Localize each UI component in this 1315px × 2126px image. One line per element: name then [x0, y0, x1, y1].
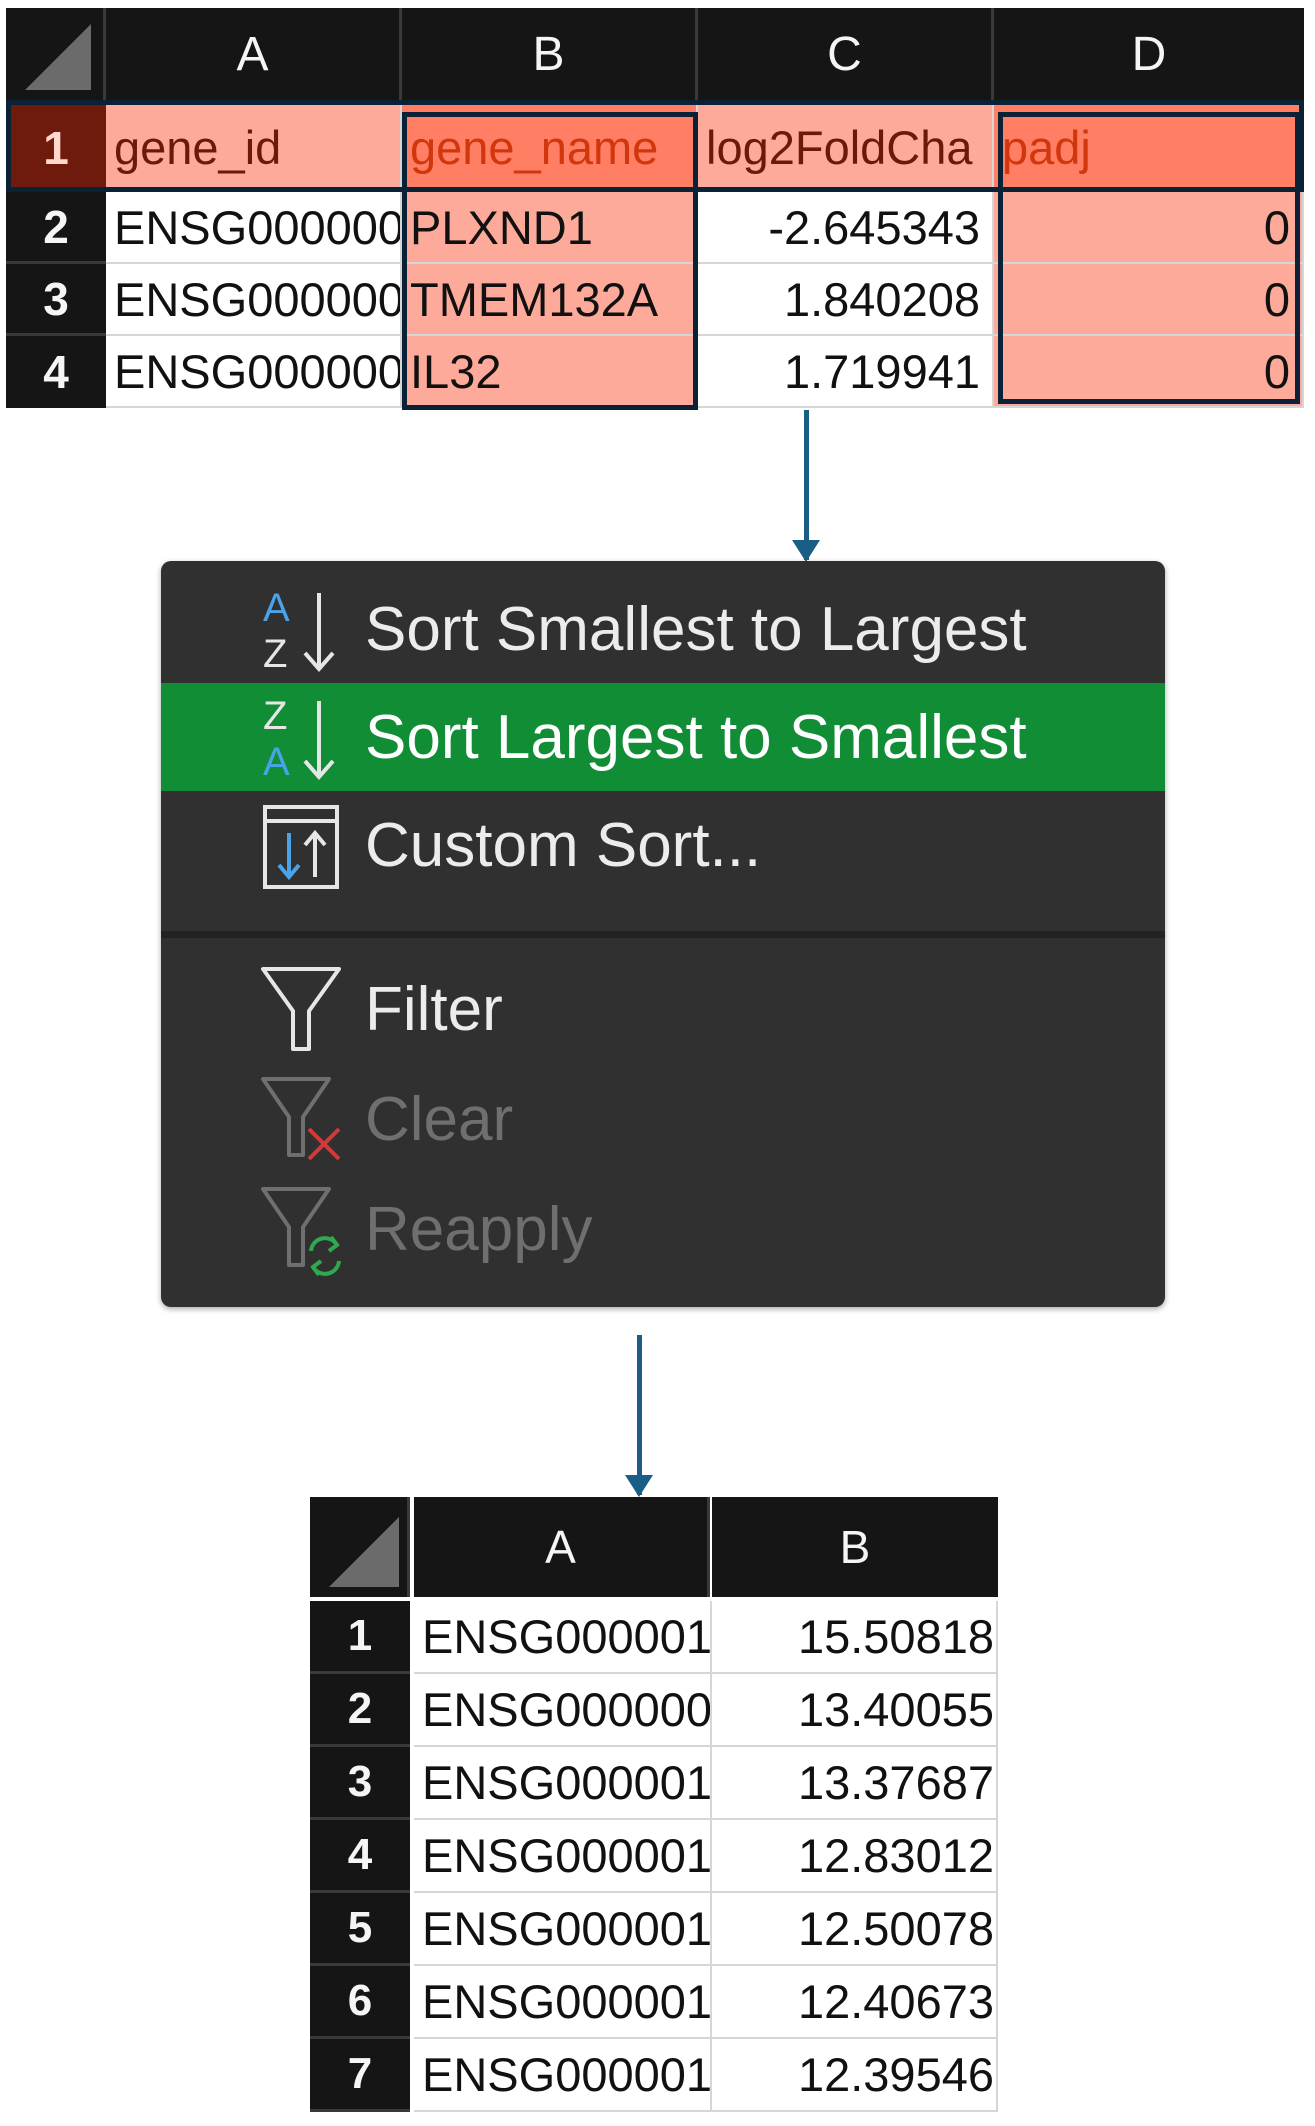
table-row: 5 ENSG000001 12.50078 — [310, 1893, 998, 1966]
row-number[interactable]: 4 — [6, 336, 106, 408]
table-row: 4 ENSG000001 12.83012 — [310, 1820, 998, 1893]
cell-gene-name[interactable]: PLXND1 — [402, 192, 698, 264]
row-number[interactable]: 2 — [310, 1674, 410, 1747]
menu-item-label: Clear — [365, 1084, 514, 1154]
cell-gene-id[interactable]: ENSG000000 — [106, 336, 402, 408]
menu-item-custom-sort[interactable]: Custom Sort... — [161, 791, 1165, 899]
menu-item-label: Filter — [365, 974, 503, 1044]
top-spreadsheet: A B C D 1 gene_id gene_name log2FoldCha … — [6, 8, 1304, 410]
filter-icon — [261, 967, 341, 1051]
sorted-spreadsheet: A B 1 ENSG000001 15.50818 2 ENSG000000 1… — [310, 1497, 998, 2126]
row-number[interactable]: 1 — [310, 1601, 410, 1674]
select-all-triangle-icon — [329, 1517, 399, 1587]
menu-item-label: Sort Smallest to Largest — [365, 594, 1027, 664]
cell-gene-name-header[interactable]: gene_name — [402, 104, 698, 192]
menu-item-label: Sort Largest to Smallest — [365, 702, 1027, 772]
menu-item-label: Custom Sort... — [365, 810, 762, 880]
cell-value[interactable]: 13.40055 — [712, 1674, 998, 1747]
table-row: 4 ENSG000000 IL32 1.719941 0 — [6, 336, 1304, 408]
column-header-d[interactable]: D — [994, 8, 1304, 100]
column-header-c[interactable]: C — [698, 8, 994, 100]
column-header-b[interactable]: B — [712, 1497, 998, 1597]
cell-log2foldchange[interactable]: 1.840208 — [698, 264, 994, 336]
flow-arrow-down — [792, 410, 820, 562]
cell-value[interactable]: 12.50078 — [712, 1893, 998, 1966]
table-row: 7 ENSG000001 12.39546 — [310, 2039, 998, 2112]
row-number[interactable]: 5 — [310, 1893, 410, 1966]
table-row: 3 ENSG000000 TMEM132A 1.840208 0 — [6, 264, 1304, 336]
menu-item-label: Reapply — [365, 1194, 593, 1264]
menu-item-sort-ascending[interactable]: A Z Sort Smallest to Largest — [161, 575, 1165, 683]
cell-log2foldchange[interactable]: -2.645343 — [698, 192, 994, 264]
svg-text:A: A — [263, 586, 290, 630]
cell-gene-id[interactable]: ENSG000001 — [414, 1966, 712, 2039]
cell-log2foldchange-header[interactable]: log2FoldCha — [698, 104, 994, 192]
cell-value[interactable]: 12.39546 — [712, 2039, 998, 2112]
row-number[interactable]: 4 — [310, 1820, 410, 1893]
column-header-a[interactable]: A — [414, 1497, 710, 1597]
table-row: 6 ENSG000001 12.40673 — [310, 1966, 998, 2039]
flow-arrow-down — [625, 1335, 653, 1497]
svg-text:A: A — [263, 740, 290, 784]
menu-item-filter[interactable]: Filter — [161, 955, 1165, 1063]
cell-value[interactable]: 12.83012 — [712, 1820, 998, 1893]
table-row: 2 ENSG000000 13.40055 — [310, 1674, 998, 1747]
row-number[interactable]: 3 — [310, 1747, 410, 1820]
cell-padj-header[interactable]: padj — [994, 104, 1304, 192]
reapply-filter-icon — [261, 1187, 341, 1277]
cell-gene-name[interactable]: IL32 — [402, 336, 698, 408]
clear-filter-icon — [261, 1077, 341, 1161]
cell-gene-id[interactable]: ENSG000001 — [414, 1893, 712, 1966]
svg-text:Z: Z — [263, 694, 287, 738]
row-number[interactable]: 7 — [310, 2039, 410, 2112]
menu-item-clear: Clear — [161, 1065, 1165, 1173]
row-number[interactable]: 6 — [310, 1966, 410, 2039]
table-row: 1 gene_id gene_name log2FoldCha padj — [6, 104, 1304, 192]
row-number[interactable]: 3 — [6, 264, 106, 336]
cell-padj[interactable]: 0 — [994, 192, 1304, 264]
select-all-triangle-icon — [25, 24, 91, 90]
cell-log2foldchange[interactable]: 1.719941 — [698, 336, 994, 408]
select-all-corner[interactable] — [310, 1497, 410, 1597]
cell-gene-id[interactable]: ENSG000000 — [106, 264, 402, 336]
table-row: 1 ENSG000001 15.50818 — [310, 1601, 998, 1674]
cell-gene-name[interactable]: TMEM132A — [402, 264, 698, 336]
custom-sort-icon — [263, 805, 339, 889]
row-number[interactable]: 1 — [6, 104, 106, 192]
menu-separator — [161, 931, 1165, 938]
menu-item-sort-descending[interactable]: Z A Sort Largest to Smallest — [161, 683, 1165, 791]
cell-value[interactable]: 15.50818 — [712, 1601, 998, 1674]
cell-gene-id[interactable]: ENSG000000 — [414, 1674, 712, 1747]
table-row: 3 ENSG000001 13.37687 — [310, 1747, 998, 1820]
row-number[interactable]: 2 — [6, 192, 106, 264]
cell-gene-id[interactable]: ENSG000001 — [414, 1601, 712, 1674]
menu-item-reapply: Reapply — [161, 1175, 1165, 1283]
cell-gene-id[interactable]: ENSG000000 — [106, 192, 402, 264]
svg-text:Z: Z — [263, 632, 287, 676]
cell-gene-id[interactable]: ENSG000001 — [414, 1820, 712, 1893]
column-header-row: A B C D — [6, 8, 1304, 100]
column-header-a[interactable]: A — [106, 8, 402, 100]
cell-value[interactable]: 13.37687 — [712, 1747, 998, 1820]
cell-gene-id[interactable]: ENSG000001 — [414, 2039, 712, 2112]
cell-value[interactable]: 12.40673 — [712, 1966, 998, 2039]
sort-ascending-icon: A Z — [263, 586, 335, 676]
table-row: 2 ENSG000000 PLXND1 -2.645343 0 — [6, 192, 1304, 264]
select-all-corner[interactable] — [6, 8, 106, 100]
sort-filter-menu: A Z Sort Smallest to Largest Z A Sort La… — [161, 561, 1165, 1307]
cell-gene-id-header[interactable]: gene_id — [106, 104, 402, 192]
cell-padj[interactable]: 0 — [994, 264, 1304, 336]
sort-descending-icon: Z A — [263, 694, 335, 784]
cell-gene-id[interactable]: ENSG000001 — [414, 1747, 712, 1820]
cell-padj[interactable]: 0 — [994, 336, 1304, 408]
column-header-b[interactable]: B — [402, 8, 698, 100]
